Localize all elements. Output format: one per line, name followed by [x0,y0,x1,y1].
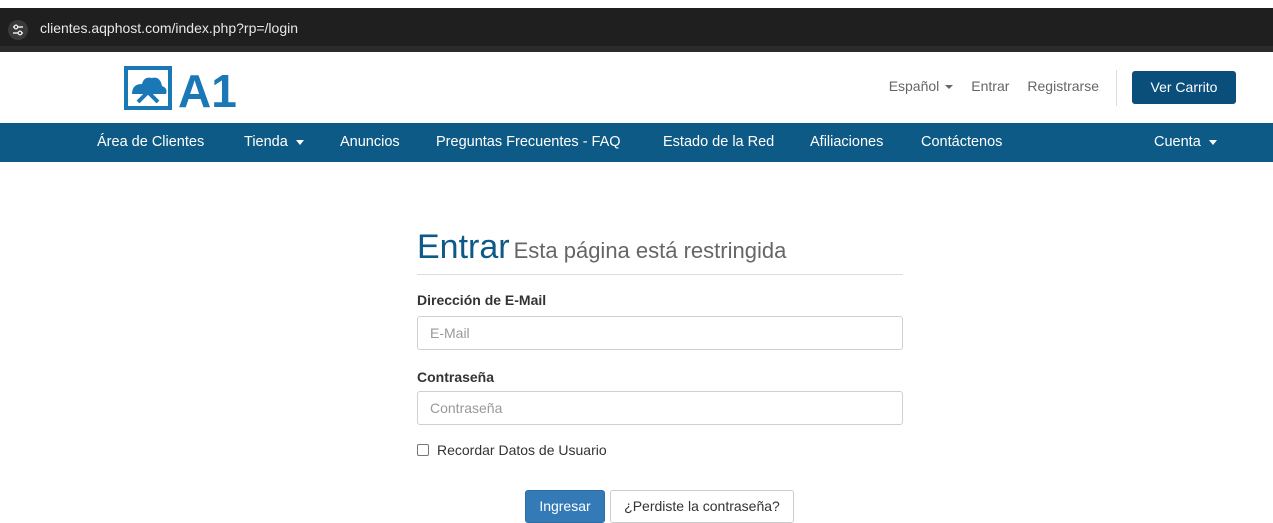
password-field[interactable] [417,391,903,425]
nav-item-affiliates[interactable]: Afiliaciones [810,123,883,162]
login-subtitle: Esta página está restringida [513,238,787,263]
url-text[interactable]: clientes.aqphost.com/index.php?rp=/login [40,18,298,38]
login-panel: Entrar Esta página está restringida Direc… [417,228,903,523]
nav-item-client-area[interactable]: Área de Clientes [97,123,204,162]
tune-icon[interactable] [8,20,28,40]
login-submit-button[interactable]: Ingresar [525,490,605,523]
main-nav: Área de Clientes Tienda Anuncios Pregunt… [0,123,1273,162]
forgot-password-button[interactable]: ¿Perdiste la contraseña? [610,490,794,523]
remember-checkbox[interactable] [417,444,429,456]
remember-me: Recordar Datos de Usuario [417,442,607,458]
site-logo[interactable]: A1 [124,64,254,117]
password-label: Contraseña [417,369,495,385]
site-header: A1 Español Entrar Registrarse Ver Carrit… [0,52,1273,123]
login-link[interactable]: Entrar [971,78,1009,94]
remember-label[interactable]: Recordar Datos de Usuario [437,442,607,458]
email-label: Dirección de E-Mail [417,292,547,308]
nav-item-account-label: Cuenta [1154,134,1201,150]
nav-item-network-status[interactable]: Estado de la Red [663,123,774,162]
language-dropdown[interactable]: Español [889,78,954,94]
login-heading: Entrar Esta página está restringida [417,228,903,275]
caret-down-icon [295,139,304,145]
nav-item-announcements[interactable]: Anuncios [340,123,400,162]
nav-item-store-label: Tienda [244,134,288,150]
top-links: Español Entrar Registrarse [871,78,1099,94]
login-title: Entrar [417,228,510,266]
nav-item-faq[interactable]: Preguntas Frecuentes - FAQ [436,123,621,162]
svg-text:A1: A1 [178,65,237,112]
view-cart-button[interactable]: Ver Carrito [1132,71,1236,104]
register-link[interactable]: Registrarse [1027,78,1099,94]
browser-address-bar: clientes.aqphost.com/index.php?rp=/login [0,0,1273,52]
browser-top-strip [0,0,1273,8]
nav-item-account[interactable]: Cuenta [1154,123,1217,162]
email-field[interactable] [417,316,903,350]
language-label: Español [888,78,940,94]
header-divider [1116,70,1117,106]
nav-item-store[interactable]: Tienda [244,123,304,162]
caret-down-icon [1208,139,1217,145]
nav-item-contact[interactable]: Contáctenos [921,123,1002,162]
caret-down-icon [945,85,954,90]
